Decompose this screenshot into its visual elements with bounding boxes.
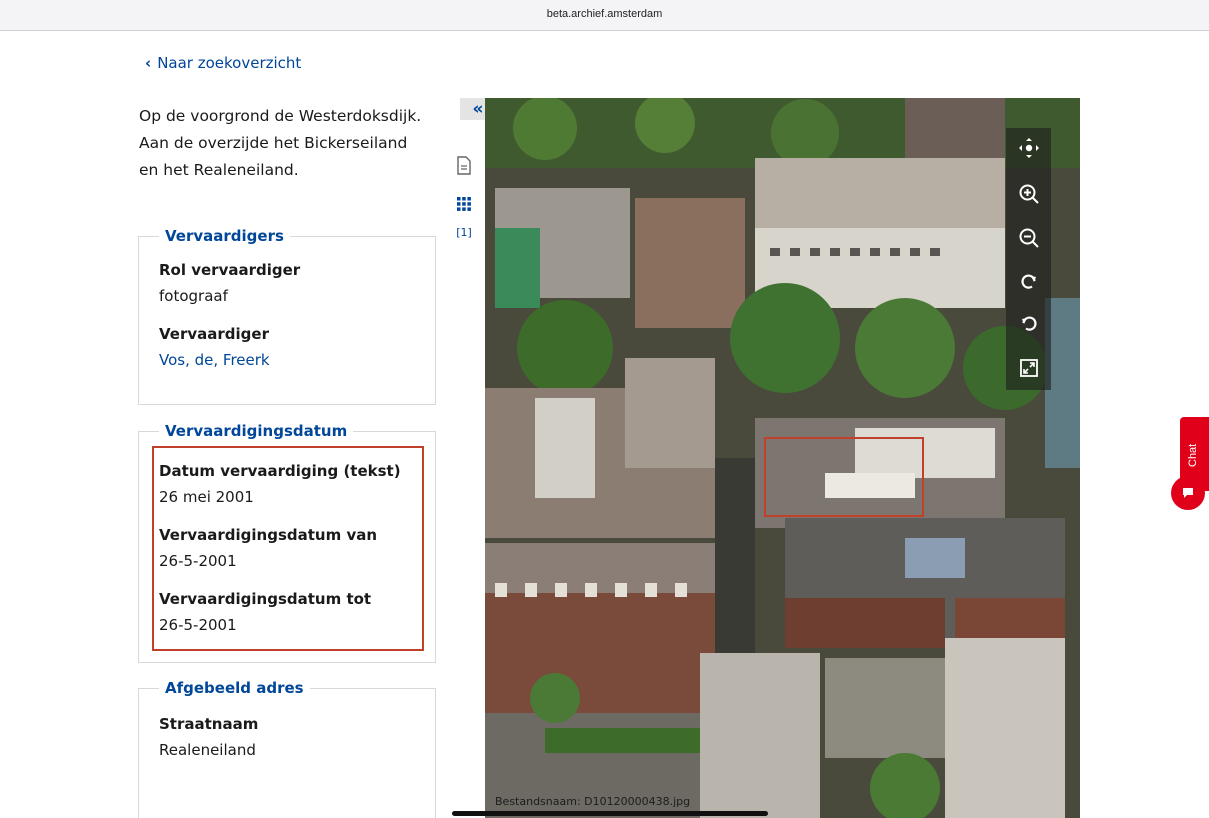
role-value: fotograaf xyxy=(159,287,228,305)
rotate-right-icon[interactable] xyxy=(1006,264,1051,300)
role-label: Rol vervaardiger xyxy=(159,261,301,279)
creation-date-legend: Vervaardigingsdatum xyxy=(165,422,348,440)
grid-icon[interactable] xyxy=(448,192,480,216)
address-section: Afgebeeld adres Straatnaam Realeneiland xyxy=(138,679,436,818)
viewer-controls xyxy=(1006,128,1051,390)
archive-photo[interactable] xyxy=(485,98,1080,818)
fullscreen-icon[interactable] xyxy=(1006,350,1051,386)
back-link-label: Naar zoekoverzicht xyxy=(157,54,302,72)
street-value: Realeneiland xyxy=(159,741,256,759)
chat-bubble-button[interactable] xyxy=(1171,476,1205,510)
street-label: Straatnaam xyxy=(159,715,259,733)
page-count: [1] xyxy=(456,225,472,239)
back-to-search-link[interactable]: ‹ Naar zoekoverzicht xyxy=(145,54,301,72)
maker-label: Vervaardiger xyxy=(159,325,269,343)
makers-section: Vervaardigers Rol vervaardiger fotograaf… xyxy=(138,227,436,405)
maker-link[interactable]: Vos, de, Freerk xyxy=(159,351,415,369)
chat-label[interactable]: Chat xyxy=(1187,430,1203,480)
zoom-out-icon[interactable] xyxy=(1006,220,1051,256)
document-icon[interactable] xyxy=(448,150,480,180)
address-legend: Afgebeeld adres xyxy=(165,679,304,697)
aerial-photo-illustration xyxy=(485,98,1080,818)
makers-legend: Vervaardigers xyxy=(165,227,284,245)
url-text: beta.archief.amsterdam xyxy=(546,8,663,20)
chevron-left-icon: ‹ xyxy=(145,54,152,72)
record-description: Op de voorgrond de Westerdoksdijk. Aan d… xyxy=(139,107,422,179)
chat-icon xyxy=(1183,488,1193,498)
rotate-left-icon[interactable] xyxy=(1006,306,1051,342)
home-indicator xyxy=(452,811,768,816)
browser-url-bar[interactable]: beta.archief.amsterdam xyxy=(0,0,1209,31)
date-highlight-box xyxy=(152,446,424,651)
zoom-in-icon[interactable] xyxy=(1006,176,1051,212)
file-name: Bestandsnaam: D10120000438.jpg xyxy=(495,795,691,808)
pan-icon[interactable] xyxy=(1006,130,1051,166)
